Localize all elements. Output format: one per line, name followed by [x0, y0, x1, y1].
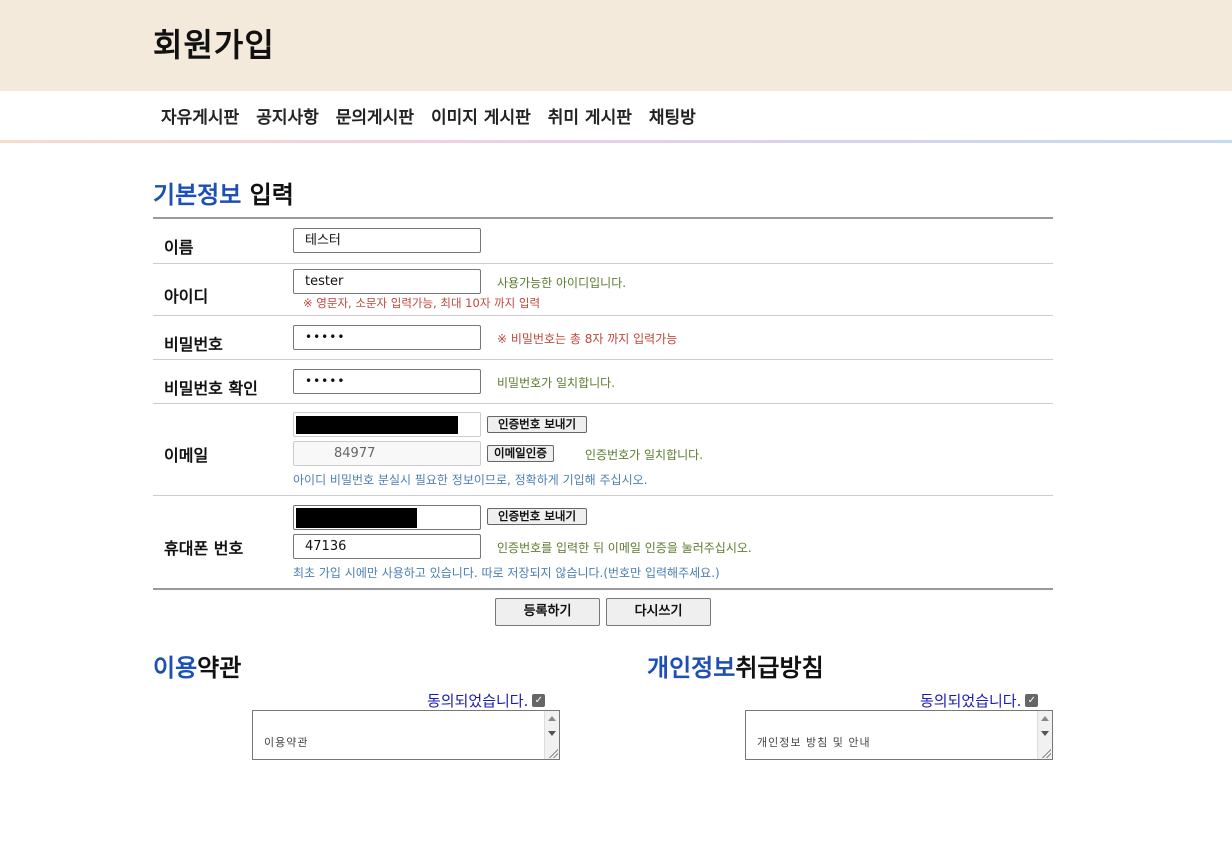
resize-grip-icon[interactable] — [548, 748, 558, 758]
terms-title: 이용약관 — [153, 654, 242, 682]
email-input[interactable] — [293, 412, 481, 437]
submit-button[interactable]: 등록하기 — [495, 598, 600, 626]
phone-row: 휴대폰 번호 인증번호 보내기 47136 인증번호를 입력한 뒤 이메일 인증… — [153, 496, 1053, 588]
page-title: 회원가입 — [153, 26, 275, 64]
password-label: 비밀번호 — [164, 335, 223, 354]
email-verify-button[interactable]: 이메일인증 — [487, 445, 554, 462]
email-status: 인증번호가 일치합니다. — [585, 448, 704, 462]
password-confirm-row: 비밀번호 확인 ••••• 비밀번호가 일치합니다. — [153, 360, 1053, 404]
terms-agree-label: 동의되었습니다. — [427, 692, 529, 710]
scroll-down-icon[interactable] — [548, 731, 556, 736]
terms-agree: 동의되었습니다. ✓ — [427, 690, 546, 711]
privacy-agree: 동의되었습니다. ✓ — [920, 690, 1039, 711]
email-label: 이메일 — [164, 446, 209, 465]
scroll-up-icon[interactable] — [548, 716, 556, 721]
phone-input[interactable] — [293, 505, 481, 530]
phone-redacted — [296, 508, 417, 528]
password-input[interactable]: ••••• — [293, 325, 481, 350]
privacy-content: 개인정보 방침 및 안내 — [757, 736, 871, 749]
phone-send-code-button[interactable]: 인증번호 보내기 — [487, 508, 588, 525]
id-input[interactable]: tester — [293, 269, 481, 294]
name-row: 이름 테스터 — [153, 219, 1053, 264]
name-label: 이름 — [164, 238, 194, 257]
reset-button[interactable]: 다시쓰기 — [606, 598, 711, 626]
phone-info: 최초 가입 시에만 사용하고 있습니다. 따로 저장되지 않습니다.(번호만 입… — [293, 566, 720, 580]
email-redacted — [296, 416, 458, 434]
name-input[interactable]: 테스터 — [293, 228, 481, 253]
id-row: 아이디 tester 사용가능한 아이디입니다. ※ 영문자, 소문자 입력가능… — [153, 264, 1053, 316]
id-label: 아이디 — [164, 287, 209, 306]
main-nav: 자유게시판 공지사항 문의게시판 이미지 게시판 취미 게시판 채팅방 — [0, 91, 1232, 143]
basic-info-title: 기본정보 입력 — [153, 181, 294, 209]
email-row: 이메일 인증번호 보내기 84977 이메일인증 인증번호가 일치합니다. 아이… — [153, 404, 1053, 496]
id-hint: ※ 영문자, 소문자 입력가능, 최대 10자 까지 입력 — [303, 296, 541, 310]
scroll-up-icon[interactable] — [1041, 716, 1049, 721]
nav-item-notice[interactable]: 공지사항 — [256, 103, 319, 128]
terms-agree-checkbox[interactable]: ✓ — [532, 694, 546, 707]
password-confirm-label: 비밀번호 확인 — [164, 379, 258, 398]
signup-form: 이름 테스터 아이디 tester 사용가능한 아이디입니다. ※ 영문자, 소… — [153, 217, 1053, 590]
nav-item-chat-room[interactable]: 채팅방 — [649, 103, 696, 128]
password-hint: ※ 비밀번호는 총 8자 까지 입력가능 — [497, 332, 678, 346]
id-status: 사용가능한 아이디입니다. — [497, 276, 627, 290]
phone-label: 휴대폰 번호 — [164, 539, 244, 558]
email-code-input[interactable]: 84977 — [293, 441, 481, 466]
nav-item-hobby-board[interactable]: 취미 게시판 — [548, 103, 632, 128]
resize-grip-icon[interactable] — [1041, 748, 1051, 758]
password-confirm-input[interactable]: ••••• — [293, 369, 481, 394]
privacy-agree-label: 동의되었습니다. — [920, 692, 1022, 710]
nav-item-inquiry-board[interactable]: 문의게시판 — [336, 103, 414, 128]
phone-code-input[interactable]: 47136 — [293, 534, 481, 559]
site-header: 회원가입 — [0, 0, 1232, 91]
terms-content: 이용약관 — [264, 736, 309, 749]
nav-item-free-board[interactable]: 자유게시판 — [161, 103, 239, 128]
phone-status: 인증번호를 입력한 뒤 이메일 인증을 눌러주십시오. — [497, 541, 752, 555]
password-row: 비밀번호 ••••• ※ 비밀번호는 총 8자 까지 입력가능 — [153, 316, 1053, 360]
email-info: 아이디 비밀번호 분실시 필요한 정보이므로, 정확하게 기입해 주십시오. — [293, 473, 648, 487]
privacy-title: 개인정보취급방침 — [647, 654, 824, 682]
password-confirm-status: 비밀번호가 일치합니다. — [497, 376, 616, 390]
privacy-textarea[interactable]: 개인정보 방침 및 안내 — [745, 710, 1053, 760]
scroll-down-icon[interactable] — [1041, 731, 1049, 736]
terms-textarea[interactable]: 이용약관 — [252, 710, 560, 760]
email-send-code-button[interactable]: 인증번호 보내기 — [487, 416, 588, 433]
privacy-agree-checkbox[interactable]: ✓ — [1025, 694, 1039, 707]
nav-divider — [0, 140, 1232, 143]
nav-item-image-board[interactable]: 이미지 게시판 — [431, 103, 531, 128]
